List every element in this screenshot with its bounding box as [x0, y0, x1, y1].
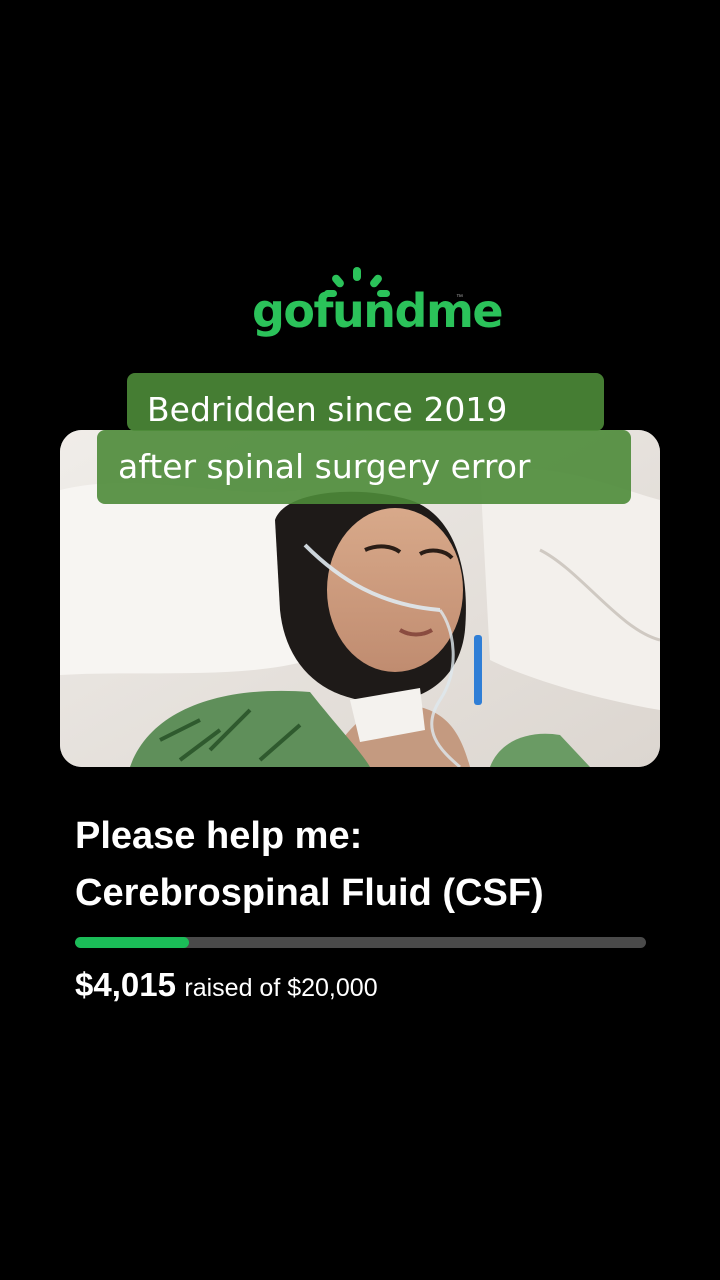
- campaign-title: Please help me: Cerebrospinal Fluid (CSF…: [75, 808, 695, 922]
- logo-wordmark: gofundme: [252, 284, 504, 338]
- raised-goal-text: raised of $20,000: [184, 974, 378, 1002]
- gofundme-logo: gofundme ™: [250, 264, 504, 344]
- donation-progress-bar: [75, 937, 646, 948]
- caption-line-2: after spinal surgery error: [97, 430, 631, 504]
- raised-amount: $4,015: [75, 966, 176, 1003]
- donation-progress-fill: [75, 937, 190, 948]
- trademark-mark: ™: [456, 294, 463, 301]
- campaign-title-line-1: Please help me:: [75, 815, 363, 857]
- caption-line-1: Bedridden since 2019: [127, 373, 604, 431]
- raised-summary: $4,015 raised of $20,000: [75, 968, 378, 1001]
- campaign-title-line-2: Cerebrospinal Fluid (CSF): [75, 872, 544, 914]
